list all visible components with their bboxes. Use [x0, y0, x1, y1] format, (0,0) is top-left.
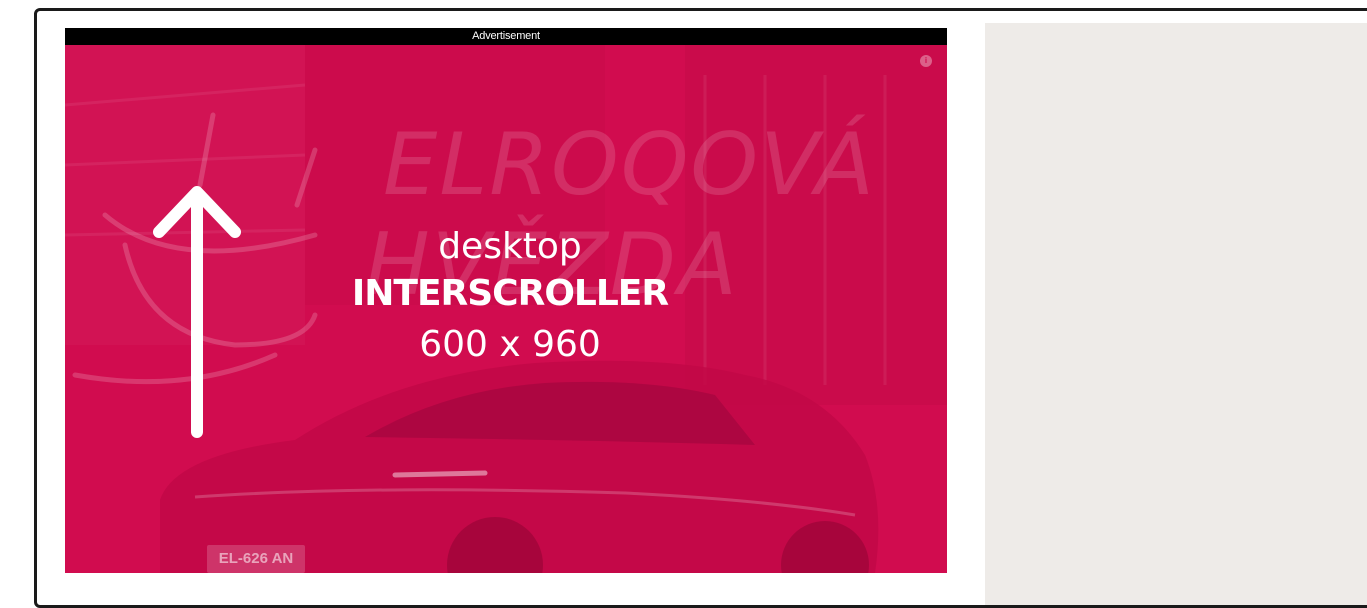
- browser-frame: Advertisement ELROQOVÁ HVĚZDA desktop IN…: [34, 8, 1367, 608]
- ad-copy-line-3: 600 x 960: [419, 324, 601, 365]
- ad-copy-line-1: desktop: [438, 226, 582, 267]
- arrow-up-icon: [153, 186, 241, 438]
- ad-copy-line-2: INTERSCROLLER: [351, 273, 669, 314]
- ad-creative-interscroller[interactable]: ELROQOVÁ HVĚZDA desktop INTERSCROLLER 60…: [65, 45, 947, 573]
- license-plate: EL-626 AN: [207, 545, 305, 573]
- right-sidebar-placeholder: [985, 23, 1367, 605]
- advertisement-label: Advertisement: [65, 28, 947, 45]
- ad-info-icon[interactable]: i: [920, 55, 932, 67]
- ad-container[interactable]: Advertisement ELROQOVÁ HVĚZDA desktop IN…: [65, 28, 947, 573]
- background-headline-1: ELROQOVÁ: [383, 115, 876, 215]
- ad-copy: desktop INTERSCROLLER 600 x 960: [275, 225, 745, 371]
